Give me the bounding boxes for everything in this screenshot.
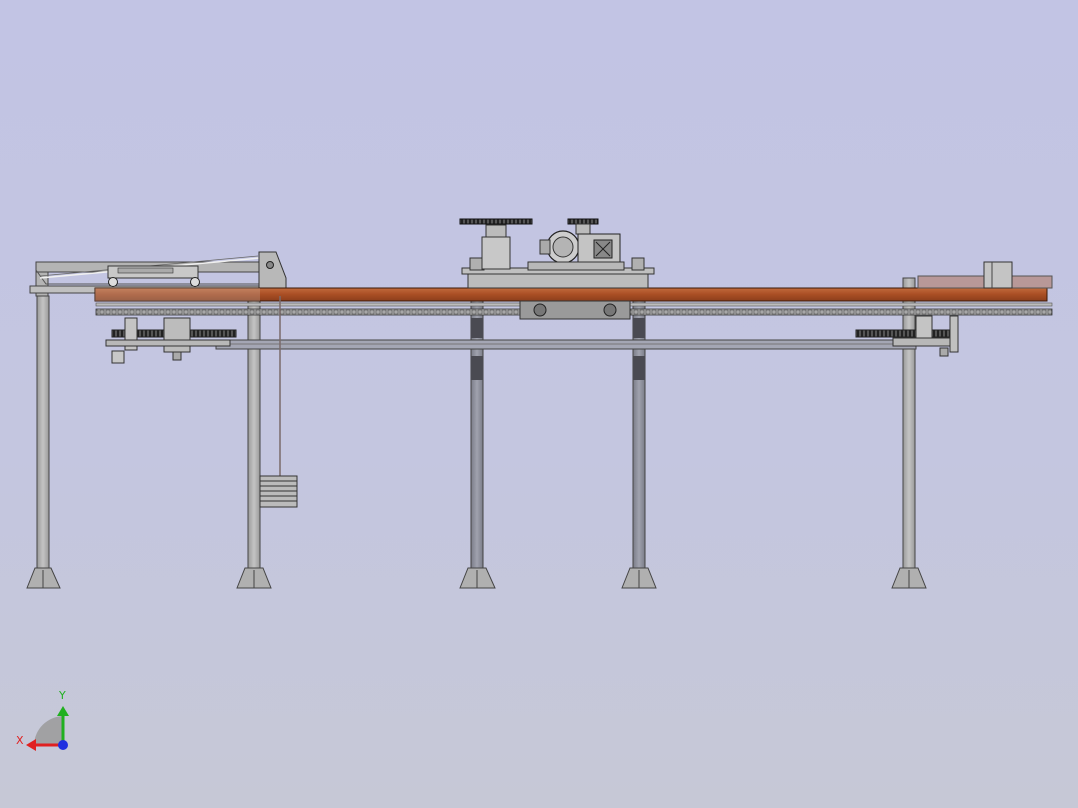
x-axis-label: X — [16, 734, 24, 747]
z-axis-dot — [58, 740, 68, 750]
triad-quadrant-shape — [34, 716, 63, 745]
x-axis-arrowhead — [26, 739, 36, 751]
coordinate-triad: Y X — [16, 689, 69, 751]
y-axis-arrowhead — [57, 706, 69, 716]
y-axis-label: Y — [58, 689, 66, 702]
cad-viewport[interactable]: Y X — [0, 0, 1078, 808]
